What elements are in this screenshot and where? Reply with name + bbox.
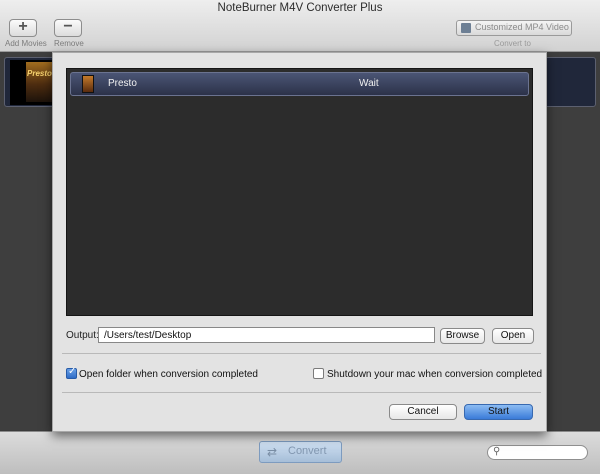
- add-movies-button[interactable]: +: [9, 18, 37, 37]
- remove-label: Remove: [54, 39, 84, 48]
- start-button[interactable]: Start: [464, 404, 533, 420]
- browse-button[interactable]: Browse: [440, 328, 485, 344]
- convert-to-dropdown[interactable]: Customized MP4 Video: [456, 20, 572, 36]
- movie-poster: Presto: [10, 60, 56, 105]
- queue-item-status: Wait: [359, 78, 379, 89]
- queue-item-title: Presto: [108, 78, 137, 89]
- shutdown-label: Shutdown your mac when conversion comple…: [327, 369, 543, 380]
- open-folder-label: Open folder when conversion completed: [79, 369, 258, 380]
- convert-to-value: Customized MP4 Video: [475, 22, 569, 32]
- output-label: Output:: [66, 330, 99, 341]
- plus-icon: +: [18, 18, 28, 35]
- poster-artwork: Presto: [26, 62, 54, 102]
- add-movies-label: Add Movies: [5, 39, 47, 48]
- search-icon: ⚲: [493, 446, 501, 457]
- convert-button-label: Convert: [288, 445, 327, 457]
- convert-to-label: Convert to: [494, 39, 531, 48]
- divider: [62, 392, 541, 393]
- convert-arrows-icon: ⇄: [267, 445, 278, 459]
- remove-button[interactable]: −: [54, 18, 82, 37]
- video-format-icon: [461, 23, 471, 33]
- cancel-button[interactable]: Cancel: [389, 404, 457, 420]
- convert-button[interactable]: ⇄ Convert: [259, 441, 342, 463]
- output-path-field[interactable]: /Users/test/Desktop: [98, 327, 435, 343]
- conversion-queue: [66, 68, 533, 316]
- open-folder-checkbox[interactable]: [66, 366, 77, 379]
- queue-thumbnail: [82, 75, 94, 93]
- minus-icon: −: [63, 18, 73, 35]
- queue-row[interactable]: [70, 72, 529, 96]
- divider: [62, 353, 541, 354]
- window-toolbar: NoteBurner M4V Converter Plus + Add Movi…: [0, 0, 600, 52]
- window-title: NoteBurner M4V Converter Plus: [217, 2, 383, 14]
- search-field[interactable]: ⚲: [487, 445, 588, 460]
- shutdown-checkbox[interactable]: [313, 368, 324, 379]
- open-button[interactable]: Open: [492, 328, 534, 344]
- poster-title: Presto: [27, 69, 52, 78]
